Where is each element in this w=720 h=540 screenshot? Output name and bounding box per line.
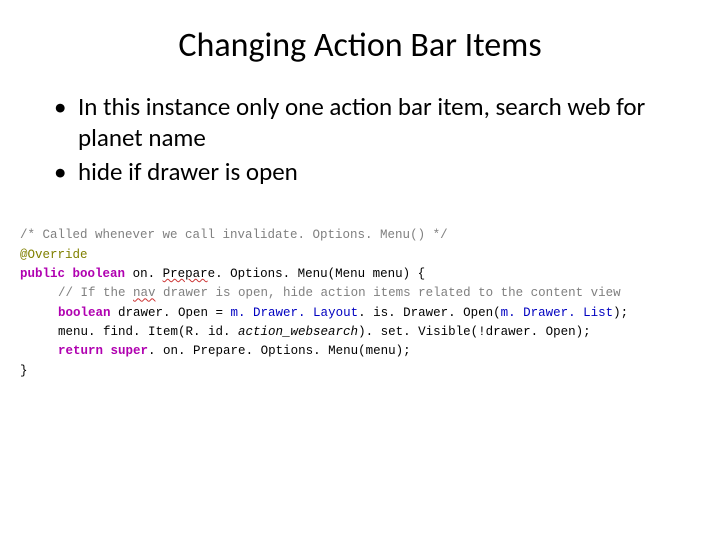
code-keyword-boolean: boolean (73, 267, 126, 281)
code-text: menu. find. Item(R. id. (58, 325, 238, 339)
code-annotation: @Override (20, 248, 88, 262)
code-keyword-public: public (20, 267, 65, 281)
bullet-item-2: hide if drawer is open (50, 156, 670, 187)
code-comment: // If the (58, 286, 133, 300)
slide-title: Changing Action Bar Items (50, 25, 670, 66)
bullet-list: In this instance only one action bar ite… (50, 91, 670, 187)
code-keyword-boolean: boolean (58, 306, 111, 320)
bullet-item-1: In this instance only one action bar ite… (50, 91, 670, 154)
code-keyword-return: return (58, 344, 103, 358)
code-text: on. (133, 267, 163, 281)
code-comment: drawer is open, hide action items relate… (156, 286, 621, 300)
code-keyword-super: super (111, 344, 149, 358)
code-squiggle: nav (133, 286, 156, 300)
code-squiggle: Prepar (163, 267, 208, 281)
code-brace: } (20, 364, 28, 378)
code-block: /* Called whenever we call invalidate. O… (20, 207, 670, 381)
code-field: m. Drawer. Layout (231, 306, 359, 320)
code-text: ). set. Visible(!drawer. Open); (358, 325, 591, 339)
code-text: . is. Drawer. Open( (358, 306, 501, 320)
code-text: drawer. Open = (111, 306, 231, 320)
code-text: ); (613, 306, 628, 320)
code-field: m. Drawer. List (501, 306, 614, 320)
code-comment: /* Called whenever we call invalidate. O… (20, 228, 448, 242)
code-text: e. Options. Menu(Menu menu) { (208, 267, 426, 281)
code-static: action_websearch (238, 325, 358, 339)
code-text: . on. Prepare. Options. Menu(menu); (148, 344, 411, 358)
